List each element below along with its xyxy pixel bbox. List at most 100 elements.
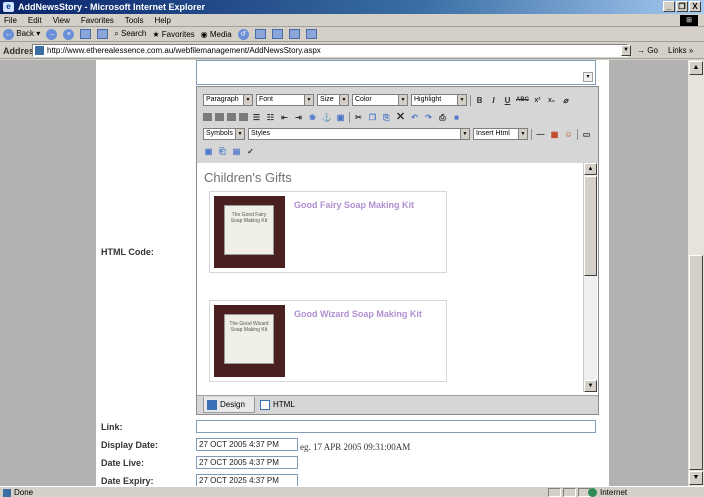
link-label: Link: — [101, 422, 123, 432]
search-button[interactable]: ⌕ Search — [114, 29, 146, 39]
refresh-icon[interactable] — [80, 29, 92, 39]
menu-file[interactable]: File — [4, 14, 17, 26]
forward-icon[interactable]: → — [46, 28, 58, 40]
hyperlink-icon[interactable]: ❀ — [307, 112, 318, 123]
editor-scrollbar[interactable]: ▲ ▼ — [583, 163, 597, 392]
eraser-icon[interactable]: ⌀ — [560, 95, 571, 106]
editor-mode-tabs: Design HTML — [197, 395, 598, 414]
ordered-list-icon[interactable]: ☰ — [251, 112, 262, 123]
product-title[interactable]: Good Fairy Soap Making Kit — [294, 200, 414, 210]
menu-tools[interactable]: Tools — [125, 14, 144, 26]
color-select[interactable]: Color ▼ — [352, 94, 408, 106]
mail-icon[interactable] — [254, 29, 266, 39]
size-select[interactable]: Size ▼ — [317, 94, 349, 106]
bullet-list-icon[interactable]: ☷ — [265, 112, 276, 123]
image-icon[interactable]: ▣ — [335, 112, 346, 123]
product-photo-label: The Good Wizard Soap Making Kit — [224, 314, 274, 364]
menu-view[interactable]: View — [53, 14, 70, 26]
link-input[interactable] — [196, 420, 596, 433]
styles-select[interactable]: Styles ▼ — [248, 128, 470, 140]
ie-icon: e — [3, 2, 14, 12]
bold-button[interactable]: B — [474, 95, 485, 106]
delete-icon[interactable]: ✕ — [395, 111, 406, 123]
strikethrough-button[interactable]: ABC — [516, 95, 529, 106]
anchor-icon[interactable]: ⚓ — [321, 112, 332, 123]
tab-design[interactable]: Design — [203, 397, 255, 413]
subscript-button[interactable]: x₂ — [546, 95, 557, 106]
print-icon[interactable]: ⎙ — [437, 112, 448, 123]
date-live-input[interactable]: 27 OCT 2005 4:37 PM — [196, 456, 298, 469]
cut-icon[interactable]: ✂ — [353, 112, 364, 123]
close-button[interactable]: X — [689, 1, 701, 12]
summary-textarea[interactable]: ▾ — [196, 60, 596, 85]
favorites-button[interactable]: ★ Favorites — [152, 30, 194, 39]
scroll-up-icon[interactable]: ▲ — [584, 163, 597, 175]
save-icon[interactable]: ■ — [451, 112, 462, 123]
scroll-down-icon[interactable]: ▼ — [689, 471, 703, 485]
table-icon[interactable]: ▦ — [549, 129, 560, 140]
italic-button[interactable]: I — [488, 95, 499, 106]
print-icon[interactable] — [271, 29, 283, 39]
html-icon — [260, 400, 270, 410]
align-right-icon[interactable] — [227, 113, 236, 121]
symbols-select[interactable]: Symbols ▼ — [203, 128, 245, 140]
smiley-icon[interactable]: ☺ — [563, 129, 574, 140]
paragraph-select[interactable]: Paragraph ▼ — [203, 94, 253, 106]
outdent-icon[interactable]: ⇤ — [279, 112, 290, 123]
links-button[interactable]: Links » — [668, 46, 693, 55]
highlight-select[interactable]: Highlight ▼ — [411, 94, 467, 106]
date-live-label: Date Live: — [101, 458, 145, 468]
indent-icon[interactable]: ⇥ — [293, 112, 304, 123]
underline-button[interactable]: U — [502, 95, 513, 106]
menu-help[interactable]: Help — [154, 14, 170, 26]
fullscreen-icon[interactable]: ▭ — [581, 129, 592, 140]
insert-html-select[interactable]: Insert Html ▼ — [473, 128, 528, 140]
menu-favorites[interactable]: Favorites — [81, 14, 114, 26]
windows-logo-icon: ⊞ — [680, 15, 698, 26]
textarea-scroll-down-icon[interactable]: ▾ — [583, 72, 593, 82]
superscript-button[interactable]: x² — [532, 95, 543, 106]
address-input[interactable]: http://www.etherealessence.com.au/webfil… — [32, 44, 628, 57]
align-justify-icon[interactable] — [239, 113, 248, 121]
align-left-icon[interactable] — [203, 113, 212, 121]
menu-edit[interactable]: Edit — [28, 14, 42, 26]
paste-icon[interactable]: ⎘ — [381, 112, 392, 123]
insert-image-icon[interactable]: ▣ — [203, 146, 214, 157]
display-date-input[interactable]: 27 OCT 2005 4:37 PM — [196, 438, 298, 451]
redo-icon[interactable]: ↷ — [423, 112, 434, 123]
design-icon — [207, 400, 217, 410]
media-button[interactable]: ◉ Media — [201, 30, 232, 39]
minimize-button[interactable]: _ — [663, 1, 675, 12]
toolbar-separator — [577, 128, 578, 140]
font-select[interactable]: Font ▼ — [256, 94, 314, 106]
discuss-icon[interactable] — [305, 29, 317, 39]
editor-content[interactable]: Children's Gifts The Good Fairy Soap Mak… — [197, 163, 598, 393]
stop-icon[interactable]: × — [63, 28, 75, 40]
status-pane — [548, 488, 561, 497]
back-button[interactable]: ← Back ▾ — [3, 28, 40, 40]
status-bar: Done Internet — [0, 486, 704, 497]
scroll-thumb[interactable] — [584, 176, 597, 276]
insert-document-icon[interactable]: ⎗ — [217, 146, 228, 157]
address-dropdown-icon[interactable]: ▼ — [621, 45, 631, 56]
maximize-button[interactable]: ❒ — [676, 1, 688, 12]
home-icon[interactable] — [97, 29, 109, 39]
left-margin — [0, 60, 96, 486]
spellcheck-icon[interactable]: ✓ — [245, 146, 256, 157]
tab-html[interactable]: HTML — [257, 397, 299, 413]
insert-media-icon[interactable]: ▤ — [231, 146, 242, 157]
horizontal-rule-icon[interactable]: — — [535, 129, 546, 140]
history-icon[interactable]: ↺ — [237, 28, 249, 40]
date-format-hint: eg. 17 APR 2005 09:31:00AM — [300, 442, 411, 452]
undo-icon[interactable]: ↶ — [409, 112, 420, 123]
product-title[interactable]: Good Wizard Soap Making Kit — [294, 309, 422, 319]
copy-icon[interactable]: ❐ — [367, 112, 378, 123]
page-scrollbar[interactable]: ▲ ▼ — [688, 60, 704, 486]
scroll-up-icon[interactable]: ▲ — [689, 61, 703, 75]
scroll-down-icon[interactable]: ▼ — [584, 380, 597, 392]
display-date-label: Display Date: — [101, 440, 159, 450]
edit-icon[interactable] — [288, 29, 300, 39]
align-center-icon[interactable] — [215, 113, 224, 121]
go-button[interactable]: → Go — [637, 46, 658, 55]
scroll-thumb[interactable] — [689, 255, 703, 470]
